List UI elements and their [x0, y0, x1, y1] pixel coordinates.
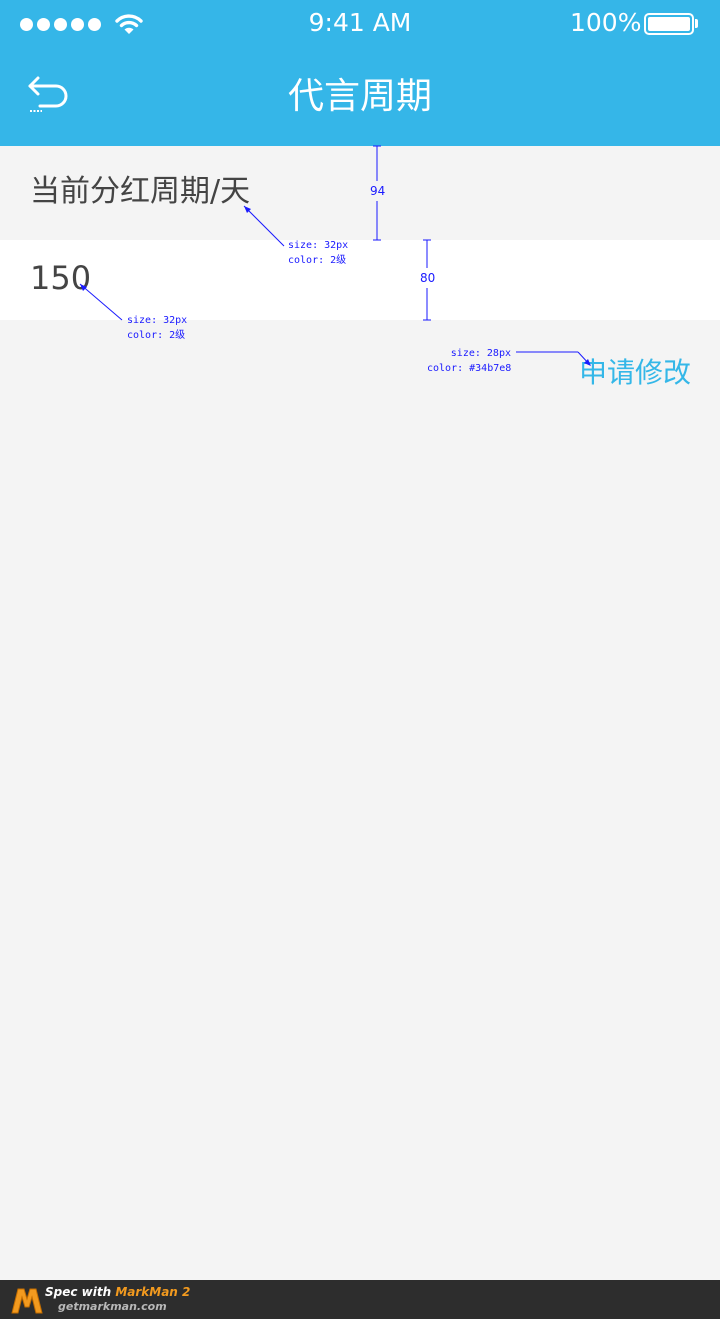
footer-url: getmarkman.com	[58, 1300, 167, 1313]
spacing-80-label: 80	[420, 271, 436, 285]
apply-spec-note: size: 28px color: #34b7e8	[427, 348, 512, 374]
footer-title: Spec with MarkMan 2	[45, 1285, 190, 1299]
value-spec-note: size: 32px color: 2级	[127, 315, 188, 341]
label-spec-note: size: 32px color: 2级	[288, 240, 349, 266]
footer-spec-with: Spec with	[45, 1285, 116, 1299]
markman-logo-icon	[11, 1288, 43, 1314]
spacing-94-label: 94	[370, 184, 386, 198]
spec-annotation-lines	[79, 145, 591, 366]
footer-brand: MarkMan 2	[115, 1285, 191, 1299]
